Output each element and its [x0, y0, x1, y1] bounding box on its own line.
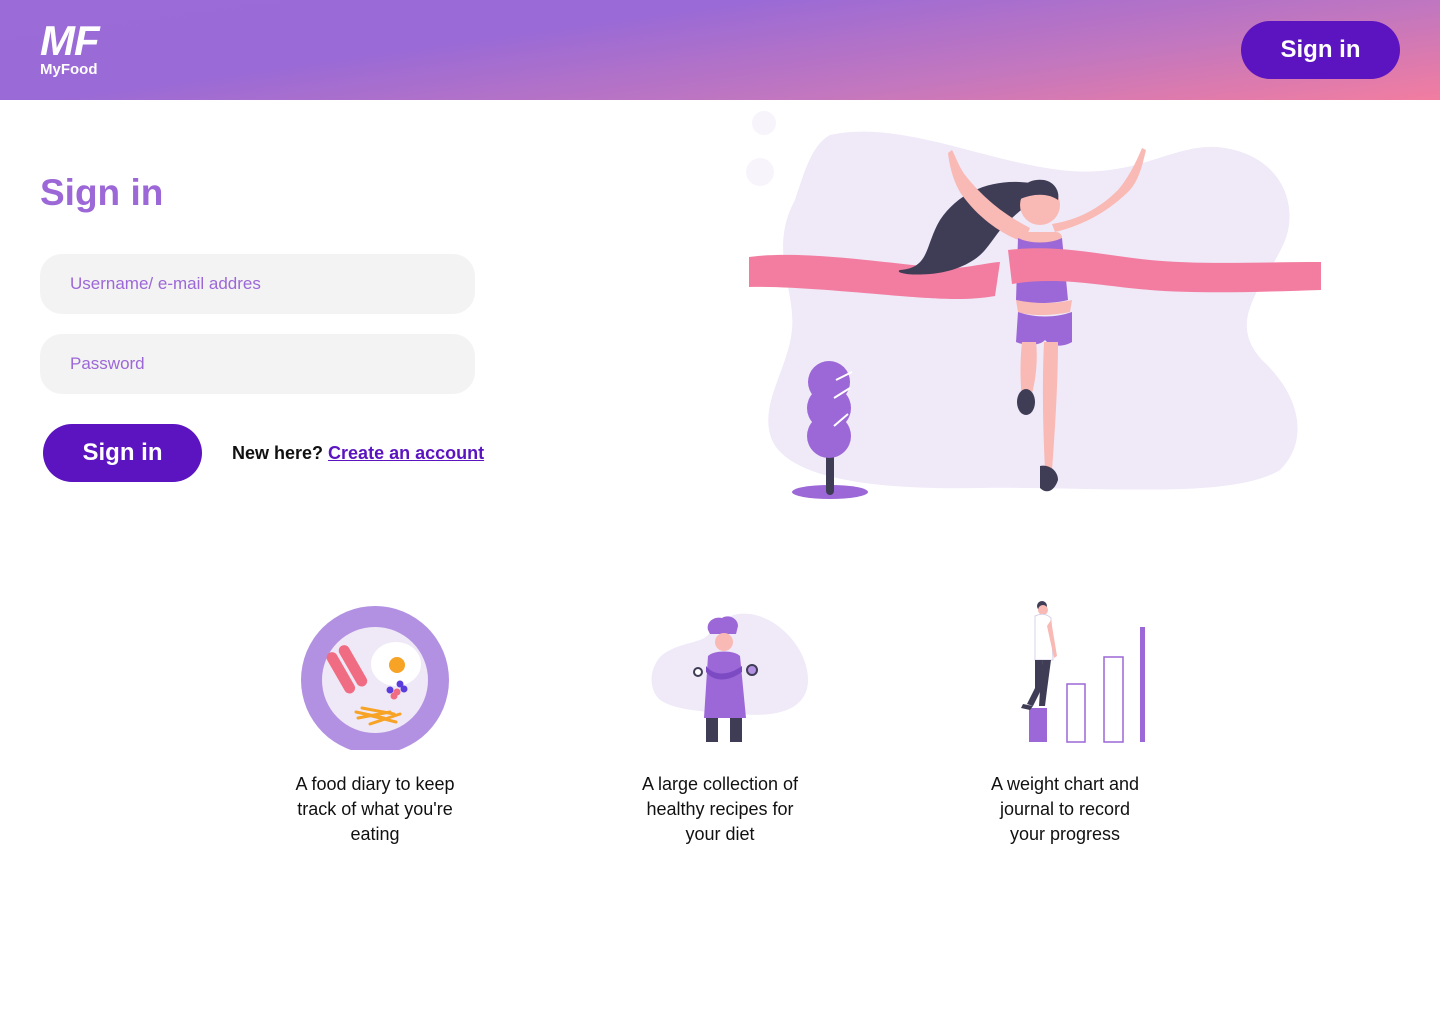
top-header: MF MyFood Sign in [0, 0, 1440, 100]
new-here-text: New here? [232, 443, 324, 463]
logo-mark: MF [40, 17, 100, 64]
username-email-input[interactable] [40, 254, 475, 314]
header-signin-button[interactable]: Sign in [1241, 21, 1400, 79]
password-input[interactable] [40, 334, 475, 394]
feature-recipes-text: A large collection of healthy recipes fo… [641, 774, 799, 844]
feature-food-diary: A food diary to keep track of what you'r… [260, 600, 490, 847]
logo-name: MyFood [40, 61, 98, 78]
feature-weight-chart: A weight chart and journal to record you… [950, 600, 1180, 847]
signin-submit-button[interactable]: Sign in [43, 424, 202, 482]
progress-chart-icon [1021, 601, 1145, 743]
create-account-link[interactable]: Create an account [328, 443, 484, 463]
feature-weight-chart-text: A weight chart and journal to record you… [990, 774, 1140, 844]
chef-icon [651, 613, 808, 742]
signin-title: Sign in [40, 172, 164, 213]
finish-line-runner-illustration [746, 111, 1321, 499]
food-plate-icon [301, 606, 449, 750]
feature-food-diary-text: A food diary to keep track of what you'r… [295, 774, 455, 844]
myfood-logo[interactable]: MF MyFood [40, 17, 112, 80]
new-here-prompt: New here? Create an account [232, 443, 484, 464]
feature-recipes: A large collection of healthy recipes fo… [605, 600, 835, 847]
